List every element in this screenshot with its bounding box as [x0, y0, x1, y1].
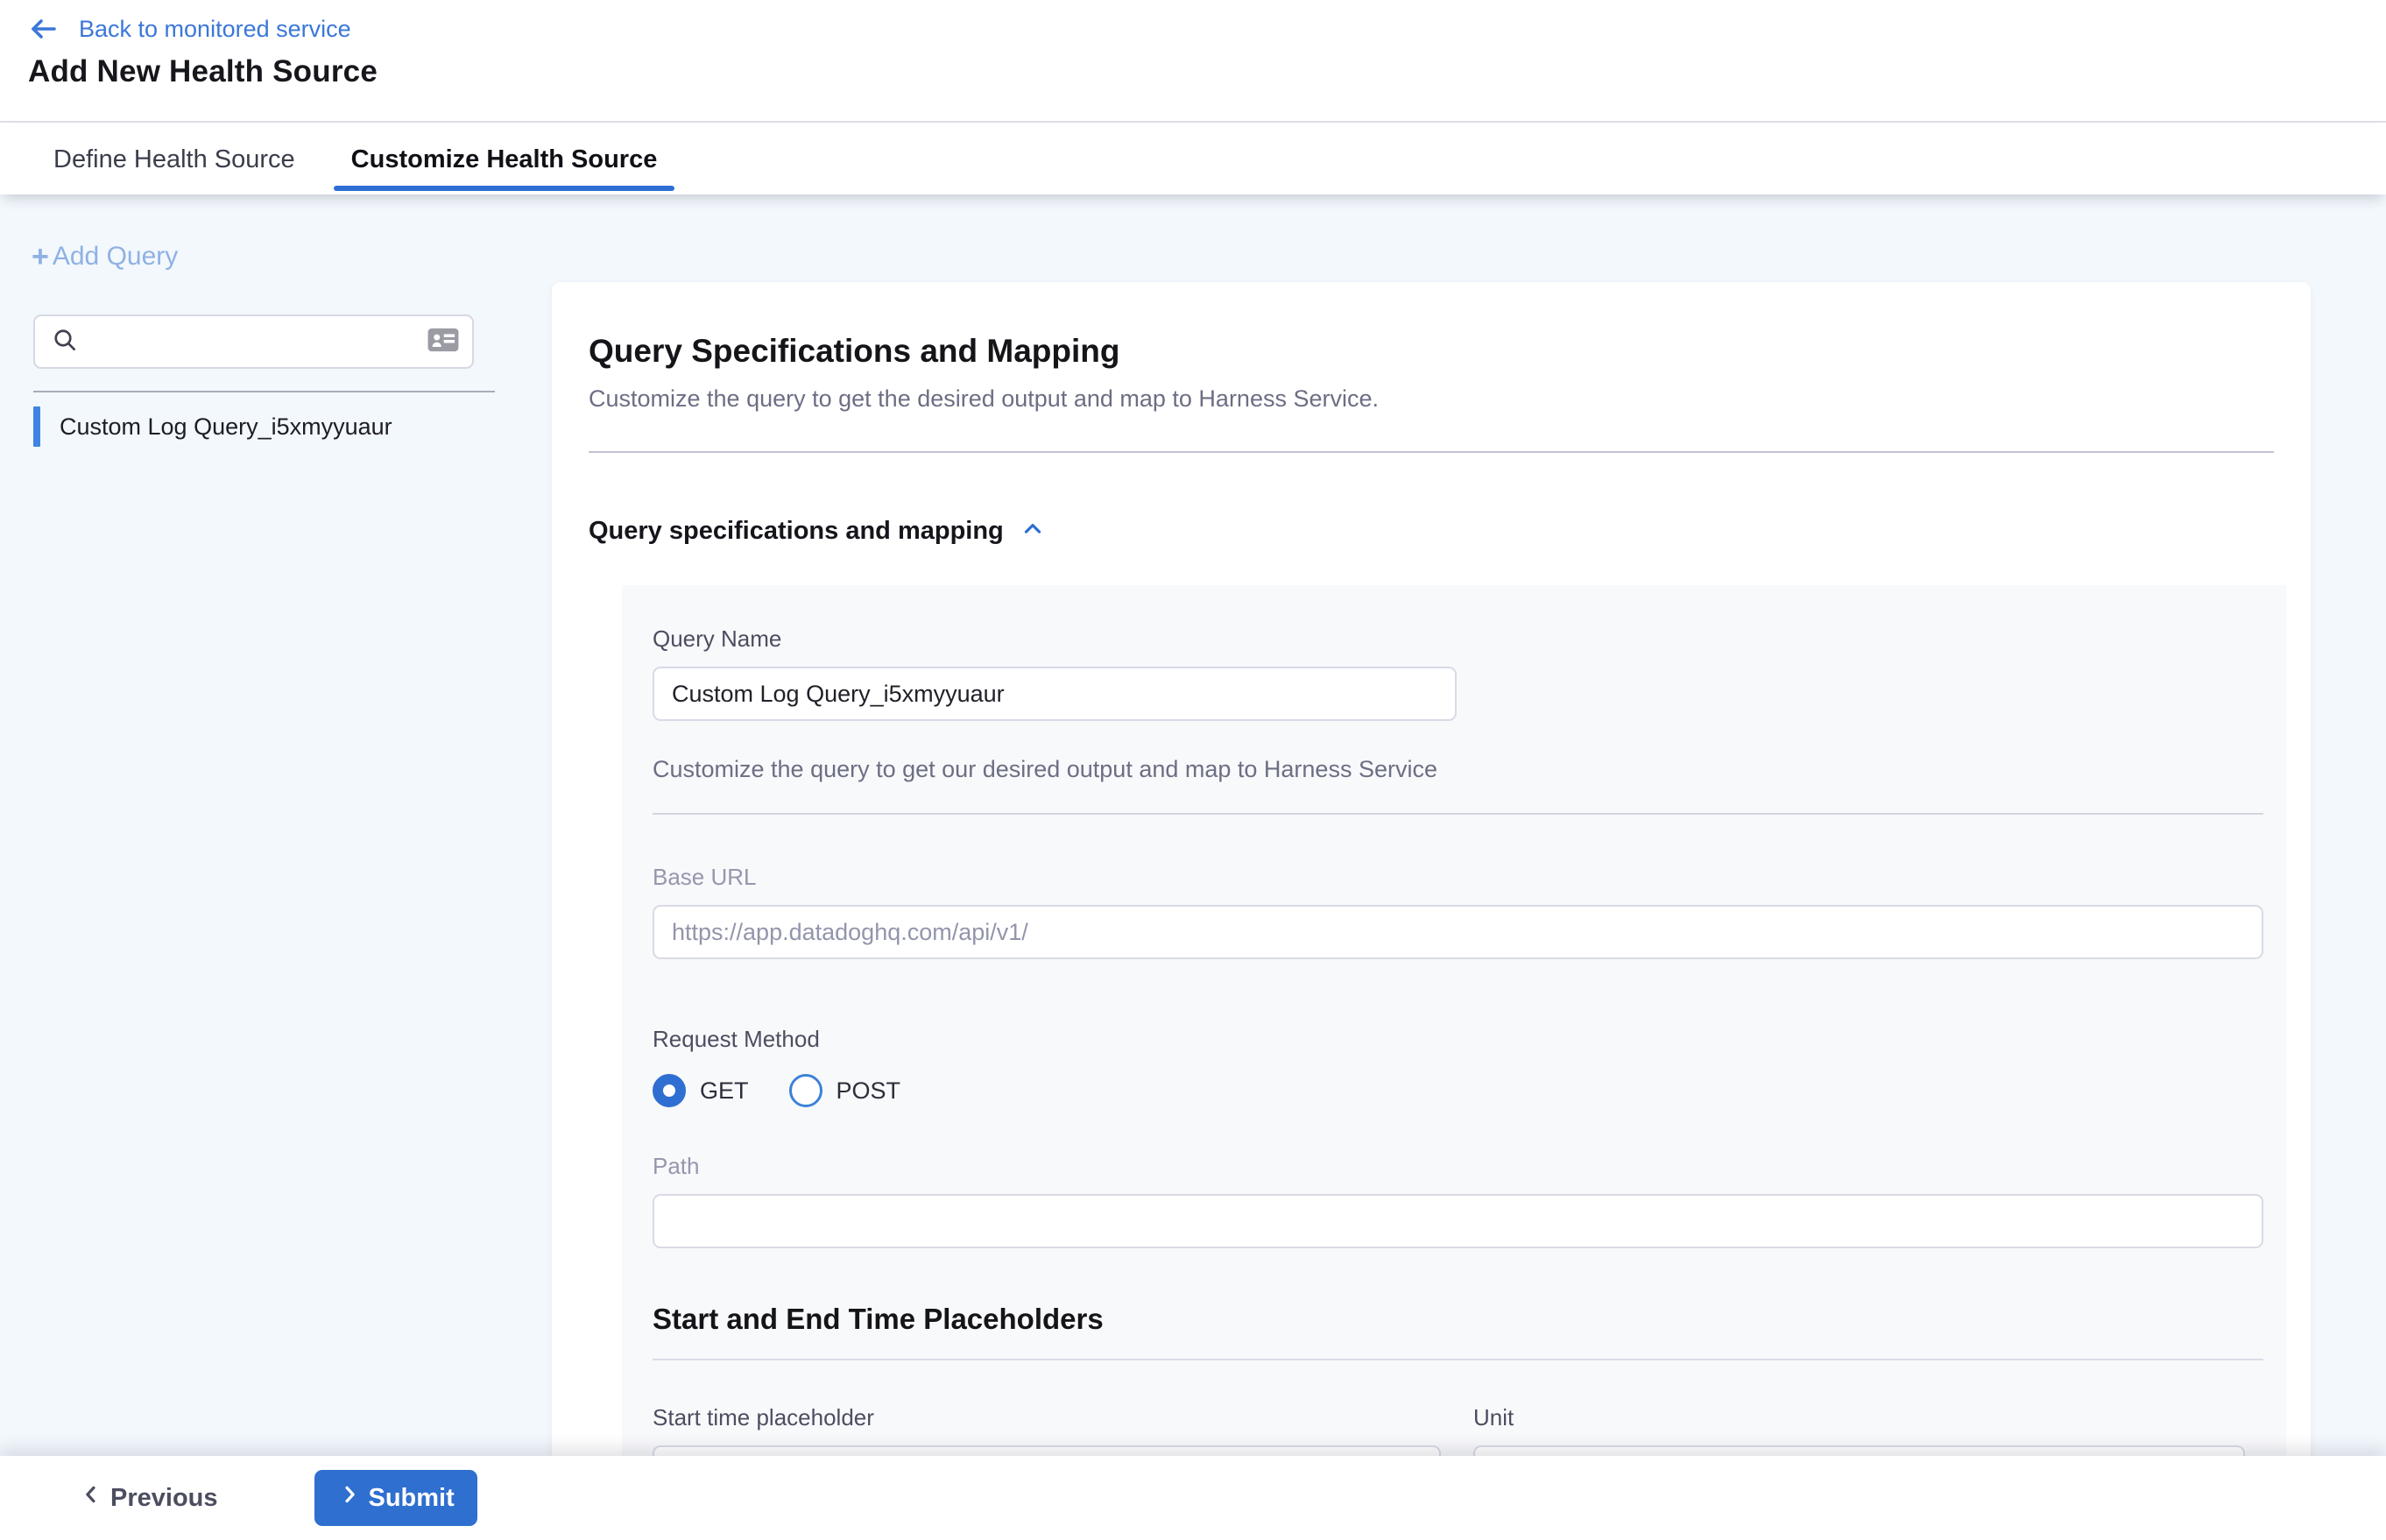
- tab-label: Define Health Source: [53, 145, 295, 174]
- card-subtitle: Customize the query to get the desired o…: [589, 385, 2274, 413]
- radio-get-label: GET: [700, 1077, 749, 1105]
- request-method-label: Request Method: [653, 1026, 2263, 1053]
- tab-customize-health-source[interactable]: Customize Health Source: [346, 124, 663, 194]
- radio-option-get[interactable]: GET: [653, 1074, 749, 1107]
- radio-unselected-icon: [789, 1074, 822, 1107]
- request-method-group: Request Method GET POST: [653, 1026, 2263, 1107]
- card-title: Query Specifications and Mapping: [589, 333, 2274, 370]
- wizard-footer: Previous Submit: [0, 1456, 2386, 1540]
- radio-selected-icon: [653, 1074, 686, 1107]
- query-name-helper-text: Customize the query to get our desired o…: [653, 756, 2263, 783]
- query-name-input[interactable]: [653, 667, 1457, 721]
- path-group: Path: [653, 1153, 2263, 1248]
- path-input[interactable]: [653, 1194, 2263, 1248]
- radio-option-post[interactable]: POST: [789, 1074, 901, 1107]
- query-form-panel: Query Name Customize the query to get ou…: [622, 585, 2286, 1456]
- add-query-label: Add Query: [53, 242, 178, 272]
- page-title: Add New Health Source: [0, 54, 2386, 89]
- submit-button-label: Submit: [369, 1484, 455, 1513]
- back-to-monitored-service-link[interactable]: Back to monitored service: [28, 13, 351, 45]
- plus-icon: +: [32, 242, 49, 272]
- time-placeholders-heading: Start and End Time Placeholders: [653, 1303, 2263, 1336]
- form-divider: [653, 813, 2263, 815]
- card-header: Query Specifications and Mapping Customi…: [552, 282, 2311, 453]
- unit-group: Unit Seconds: [1473, 1404, 2263, 1456]
- search-icon: [51, 326, 79, 358]
- sidebar-divider: [33, 391, 495, 392]
- tab-label: Customize Health Source: [351, 145, 658, 174]
- time-placeholders-row: Start time placeholder Unit Seconds: [653, 1404, 2263, 1456]
- base-url-label: Base URL: [653, 864, 2263, 891]
- request-method-radio-group: GET POST: [653, 1074, 2263, 1107]
- previous-button-label: Previous: [110, 1484, 218, 1513]
- collapse-section-button[interactable]: [1020, 516, 1046, 547]
- query-spec-card: Query Specifications and Mapping Customi…: [552, 282, 2311, 1456]
- content-area: + Add Query: [0, 194, 2386, 1456]
- add-query-button[interactable]: + Add Query: [32, 242, 178, 272]
- base-url-group: Base URL: [653, 864, 2263, 959]
- section-title: Query specifications and mapping: [589, 517, 1004, 546]
- chevron-right-icon: [337, 1482, 362, 1514]
- start-time-input[interactable]: [653, 1445, 1441, 1456]
- app-header: Back to monitored service Add New Health…: [0, 0, 2386, 123]
- unit-select[interactable]: Seconds: [1473, 1445, 2245, 1456]
- chevron-up-icon: [1020, 516, 1046, 547]
- submit-button[interactable]: Submit: [314, 1470, 477, 1526]
- query-sidebar: + Add Query: [0, 194, 552, 1456]
- start-time-label: Start time placeholder: [653, 1404, 1441, 1431]
- query-search-box: [33, 314, 474, 369]
- tab-bar: Define Health Source Customize Health So…: [0, 124, 2386, 194]
- query-item-label: Custom Log Query_i5xmyyuaur: [60, 413, 392, 441]
- query-list: Custom Log Query_i5xmyyuaur: [33, 403, 517, 450]
- query-list-item[interactable]: Custom Log Query_i5xmyyuaur: [33, 403, 517, 450]
- active-tab-underline: [334, 186, 675, 191]
- card-view-icon[interactable]: [427, 326, 460, 358]
- tab-define-health-source[interactable]: Define Health Source: [48, 124, 300, 194]
- search-input[interactable]: [91, 316, 427, 367]
- section-header-row: Query specifications and mapping: [552, 453, 2311, 585]
- selected-indicator-bar: [33, 406, 40, 447]
- subheading-divider: [653, 1359, 2263, 1360]
- unit-label: Unit: [1473, 1404, 2263, 1431]
- back-link-label: Back to monitored service: [79, 16, 351, 43]
- path-label: Path: [653, 1153, 2263, 1180]
- previous-button[interactable]: Previous: [79, 1482, 218, 1514]
- base-url-input[interactable]: [653, 905, 2263, 959]
- arrow-left-icon: [28, 13, 60, 45]
- query-name-label: Query Name: [653, 625, 2263, 653]
- start-time-group: Start time placeholder: [653, 1404, 1441, 1456]
- chevron-left-icon: [79, 1482, 103, 1514]
- radio-post-label: POST: [837, 1077, 901, 1105]
